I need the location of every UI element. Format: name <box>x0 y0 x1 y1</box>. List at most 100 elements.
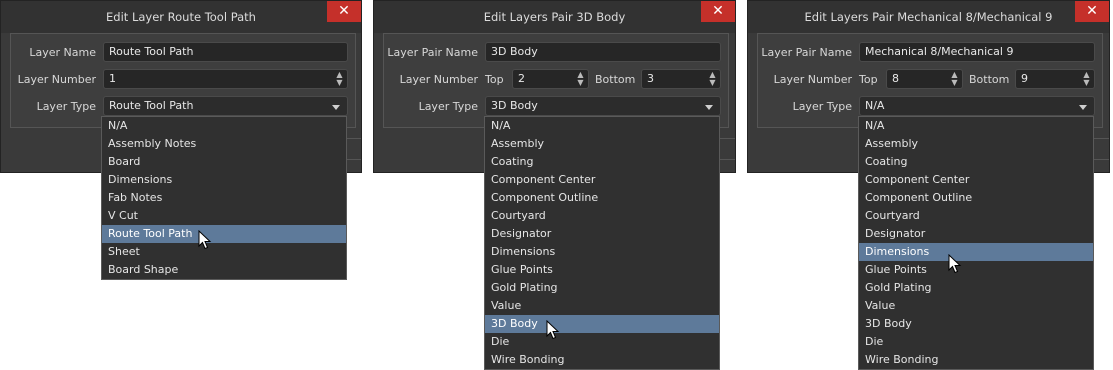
dropdown-item[interactable]: V Cut <box>102 207 346 225</box>
title-bar: Edit Layer Route Tool Path ✕ <box>1 1 361 33</box>
layer-number-spinner[interactable]: ▲ ▼ <box>335 71 344 87</box>
spinner-down-icon[interactable]: ▼ <box>335 79 344 87</box>
layer-properties-panel: Layer Pair Name Mechanical 8/Mechanical … <box>757 33 1103 128</box>
layer-type-dropdown: N/A Assembly Coating Component Center Co… <box>858 116 1094 370</box>
top-layer-number-value: 8 <box>892 72 899 85</box>
chevron-down-icon <box>1079 105 1087 110</box>
dialog-title: Edit Layers Pair Mechanical 8/Mechanical… <box>804 10 1053 24</box>
mouse-pointer-icon <box>546 320 560 340</box>
dropdown-item[interactable]: Courtyard <box>859 207 1093 225</box>
layer-number-input[interactable]: 1 ▲ ▼ <box>103 69 348 89</box>
dropdown-item[interactable]: Fab Notes <box>102 189 346 207</box>
layer-type-select[interactable]: 3D Body <box>485 96 721 116</box>
dropdown-item[interactable]: N/A <box>485 117 719 135</box>
bottom-layer-spinner[interactable]: ▲ ▼ <box>708 71 717 87</box>
close-button[interactable]: ✕ <box>1075 1 1109 22</box>
layer-pair-name-input[interactable]: Mechanical 8/Mechanical 9 <box>859 42 1095 62</box>
top-layer-number-input[interactable]: 8 ▲ ▼ <box>886 69 963 89</box>
dropdown-item[interactable]: Value <box>485 297 719 315</box>
bottom-layer-number-value: 9 <box>1021 72 1028 85</box>
dropdown-item[interactable]: Component Outline <box>485 189 719 207</box>
chevron-down-icon <box>332 105 340 110</box>
layer-type-label: Layer Type <box>418 100 478 113</box>
dropdown-item[interactable]: N/A <box>102 117 346 135</box>
layer-properties-panel: Layer Name Route Tool Path Layer Number … <box>10 33 356 128</box>
bottom-layer-number-input[interactable]: 9 ▲ ▼ <box>1015 69 1095 89</box>
layer-type-dropdown: N/A Assembly Coating Component Center Co… <box>484 116 720 370</box>
layer-pair-name-label: Layer Pair Name <box>761 46 852 59</box>
dropdown-item[interactable]: Value <box>859 297 1093 315</box>
dropdown-item[interactable]: 3D Body <box>859 315 1093 333</box>
dropdown-item[interactable]: Wire Bonding <box>859 351 1093 369</box>
dialog-title: Edit Layers Pair 3D Body <box>483 10 626 24</box>
spinner-down-icon[interactable]: ▼ <box>1082 79 1091 87</box>
layer-number-label: Layer Number <box>399 73 478 86</box>
bottom-layer-number-input[interactable]: 3 ▲ ▼ <box>641 69 721 89</box>
dropdown-item[interactable]: Glue Points <box>485 261 719 279</box>
title-bar: Edit Layers Pair 3D Body ✕ <box>374 1 735 33</box>
layer-type-select[interactable]: N/A <box>859 96 1095 116</box>
dropdown-item[interactable]: Die <box>485 333 719 351</box>
top-layer-number-value: 2 <box>518 72 525 85</box>
dropdown-item-selected[interactable]: 3D Body <box>485 315 719 333</box>
layer-type-value: Route Tool Path <box>109 99 194 112</box>
dropdown-item[interactable]: Coating <box>859 153 1093 171</box>
layer-type-value: 3D Body <box>491 99 538 112</box>
dropdown-item[interactable]: Assembly <box>485 135 719 153</box>
chevron-down-icon <box>705 105 713 110</box>
dropdown-item[interactable]: Component Center <box>859 171 1093 189</box>
top-layer-spinner[interactable]: ▲ ▼ <box>576 71 585 87</box>
dropdown-item[interactable]: Board Shape <box>102 261 346 279</box>
layer-properties-panel: Layer Pair Name 3D Body Layer Number Top… <box>383 33 729 128</box>
top-layer-number-input[interactable]: 2 ▲ ▼ <box>512 69 589 89</box>
top-label: Top <box>859 73 878 86</box>
dropdown-item[interactable]: Component Outline <box>859 189 1093 207</box>
dropdown-item[interactable]: Assembly <box>859 135 1093 153</box>
title-bar: Edit Layers Pair Mechanical 8/Mechanical… <box>748 1 1109 33</box>
dropdown-item[interactable]: Sheet <box>102 243 346 261</box>
layer-number-value: 1 <box>109 72 116 85</box>
dropdown-item[interactable]: Board <box>102 153 346 171</box>
top-label: Top <box>485 73 504 86</box>
spinner-down-icon[interactable]: ▼ <box>576 79 585 87</box>
layer-type-dropdown: N/A Assembly Notes Board Dimensions Fab … <box>101 116 347 280</box>
dropdown-item[interactable]: Gold Plating <box>485 279 719 297</box>
close-button[interactable]: ✕ <box>701 1 735 22</box>
layer-number-label: Layer Number <box>773 73 852 86</box>
layer-pair-name-input[interactable]: 3D Body <box>485 42 721 62</box>
layer-number-label: Layer Number <box>17 73 96 86</box>
dropdown-item[interactable]: Courtyard <box>485 207 719 225</box>
layer-type-select[interactable]: Route Tool Path <box>103 96 348 116</box>
dropdown-item[interactable]: Die <box>859 333 1093 351</box>
close-icon: ✕ <box>1086 3 1098 19</box>
dropdown-item[interactable]: Glue Points <box>859 261 1093 279</box>
dropdown-item[interactable]: Designator <box>485 225 719 243</box>
dropdown-item[interactable]: N/A <box>859 117 1093 135</box>
spinner-down-icon[interactable]: ▼ <box>708 79 717 87</box>
top-layer-spinner[interactable]: ▲ ▼ <box>950 71 959 87</box>
dropdown-item[interactable]: Wire Bonding <box>485 351 719 369</box>
dropdown-item[interactable]: Designator <box>859 225 1093 243</box>
layer-name-input[interactable]: Route Tool Path <box>103 42 348 62</box>
mouse-pointer-icon <box>198 230 212 250</box>
dialog-title: Edit Layer Route Tool Path <box>106 10 256 24</box>
mouse-pointer-icon <box>948 254 962 274</box>
close-icon: ✕ <box>712 3 724 19</box>
close-button[interactable]: ✕ <box>327 1 361 22</box>
dropdown-item[interactable]: Component Center <box>485 171 719 189</box>
spinner-down-icon[interactable]: ▼ <box>950 79 959 87</box>
dropdown-item[interactable]: Gold Plating <box>859 279 1093 297</box>
bottom-label: Bottom <box>969 73 1010 86</box>
dropdown-item-selected[interactable]: Route Tool Path <box>102 225 346 243</box>
close-icon: ✕ <box>338 3 350 19</box>
dropdown-item[interactable]: Coating <box>485 153 719 171</box>
dropdown-item[interactable]: Dimensions <box>485 243 719 261</box>
layer-pair-name-label: Layer Pair Name <box>387 46 478 59</box>
layer-type-label: Layer Type <box>36 100 96 113</box>
bottom-layer-spinner[interactable]: ▲ ▼ <box>1082 71 1091 87</box>
dropdown-item[interactable]: Dimensions <box>102 171 346 189</box>
layer-name-label: Layer Name <box>29 46 96 59</box>
dropdown-item-selected[interactable]: Dimensions <box>859 243 1093 261</box>
dropdown-item[interactable]: Assembly Notes <box>102 135 346 153</box>
bottom-label: Bottom <box>595 73 636 86</box>
